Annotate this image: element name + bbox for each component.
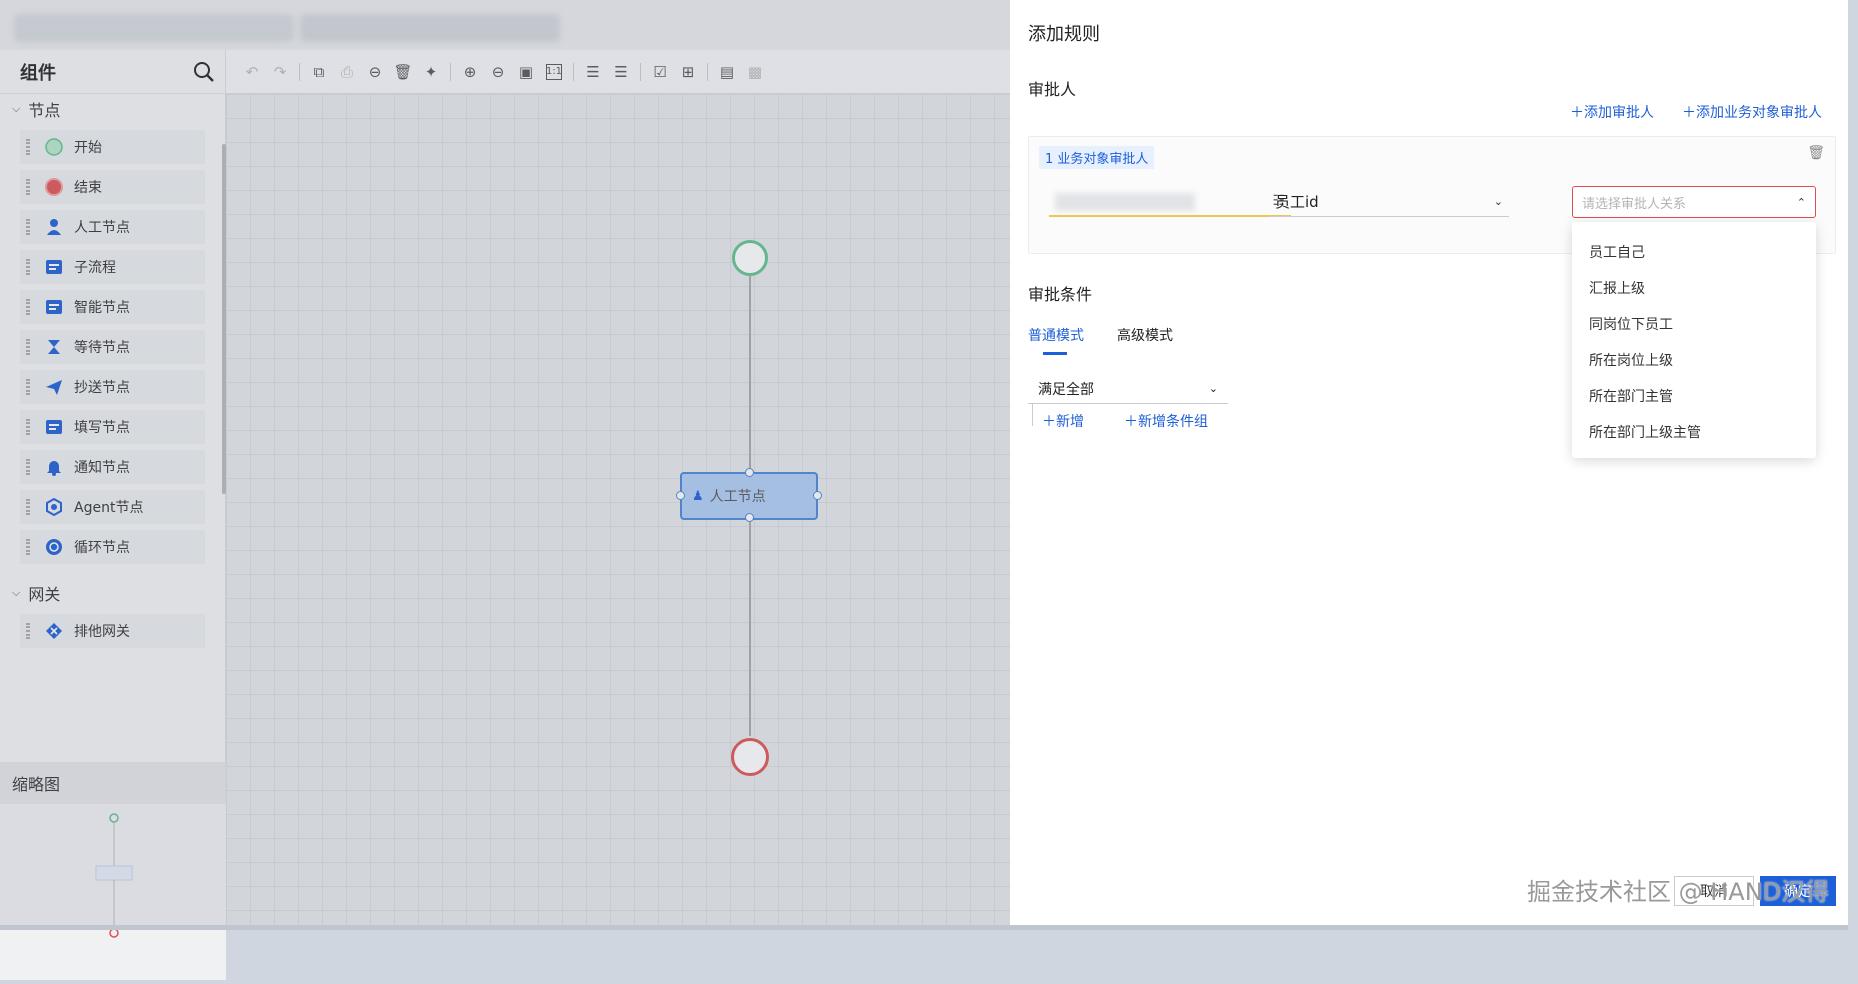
modal-mask[interactable]: [0, 0, 1010, 930]
chevron-down-icon: ⌄: [1493, 195, 1503, 208]
add-rule-drawer: 添加规则 审批人 ＋添加审批人 ＋添加业务对象审批人 1 业务对象审批人 🗑 ☷…: [1010, 0, 1848, 925]
tab-advanced-mode[interactable]: 高级模式: [1117, 325, 1173, 345]
window-bottom-border: [0, 925, 1858, 930]
plus-icon: ＋: [1042, 414, 1056, 430]
condition-match-value: 满足全部: [1038, 381, 1094, 398]
approver-badge: 1 业务对象审批人: [1039, 146, 1155, 169]
dropdown-option[interactable]: 同岗位下员工: [1572, 306, 1816, 342]
dropdown-option[interactable]: 汇报上级: [1572, 270, 1816, 306]
approver-relation-dropdown: 员工自己 汇报上级 同岗位下员工 所在岗位上级 所在部门主管 所在部门上级主管: [1572, 222, 1816, 458]
approver-relation-placeholder: 请选择审批人关系: [1582, 196, 1687, 212]
window-right-border: [1848, 0, 1858, 930]
approver-relation-select[interactable]: 请选择审批人关系 ⌃: [1572, 186, 1816, 218]
add-condition-group-label: 新增条件组: [1138, 414, 1208, 430]
app: 组件 ⌵ 节点 开始 结束 人工节点 子流程 智能节点 等待节点 抄送节点 填写节点 通知节点 A…: [0, 0, 1858, 980]
condition-tree-line: [1032, 404, 1033, 426]
plus-icon: ＋: [1124, 414, 1138, 430]
dropdown-option[interactable]: 所在部门主管: [1572, 378, 1816, 414]
chevron-up-icon: ⌃: [1796, 195, 1806, 209]
active-tab-indicator: [1043, 352, 1067, 355]
add-business-approver-label: 添加业务对象审批人: [1696, 105, 1822, 121]
approver-section-title: 审批人: [1028, 80, 1077, 99]
add-approver-button[interactable]: ＋添加审批人: [1570, 102, 1654, 122]
dropdown-option[interactable]: 所在部门上级主管: [1572, 414, 1816, 450]
trash-icon[interactable]: 🗑: [1807, 145, 1825, 161]
condition-match-select[interactable]: 满足全部 ⌄: [1028, 374, 1228, 404]
watermark: 掘金技术社区 @ HAND汉得: [1527, 878, 1830, 906]
add-approver-label: 添加审批人: [1584, 105, 1654, 121]
add-condition-label: 新增: [1056, 414, 1084, 430]
plus-icon: ＋: [1682, 105, 1696, 121]
add-condition-button[interactable]: ＋新增: [1042, 411, 1084, 431]
dropdown-option[interactable]: 员工自己: [1572, 234, 1816, 270]
tab-normal-mode[interactable]: 普通模式: [1028, 325, 1084, 345]
add-business-approver-button[interactable]: ＋添加业务对象审批人: [1682, 102, 1822, 122]
chevron-down-icon: ⌄: [1208, 382, 1218, 395]
drawer-title: 添加规则: [1028, 24, 1100, 45]
blurred-value: [1055, 193, 1195, 211]
business-object-field[interactable]: ☷: [1049, 187, 1291, 217]
employee-id-value: 员工id: [1275, 193, 1319, 211]
employee-id-select[interactable]: 员工id ⌄: [1269, 187, 1509, 217]
dropdown-option[interactable]: 所在岗位上级: [1572, 342, 1816, 378]
condition-section-title: 审批条件: [1028, 285, 1093, 304]
add-condition-group-button[interactable]: ＋新增条件组: [1124, 411, 1208, 431]
plus-icon: ＋: [1570, 105, 1584, 121]
